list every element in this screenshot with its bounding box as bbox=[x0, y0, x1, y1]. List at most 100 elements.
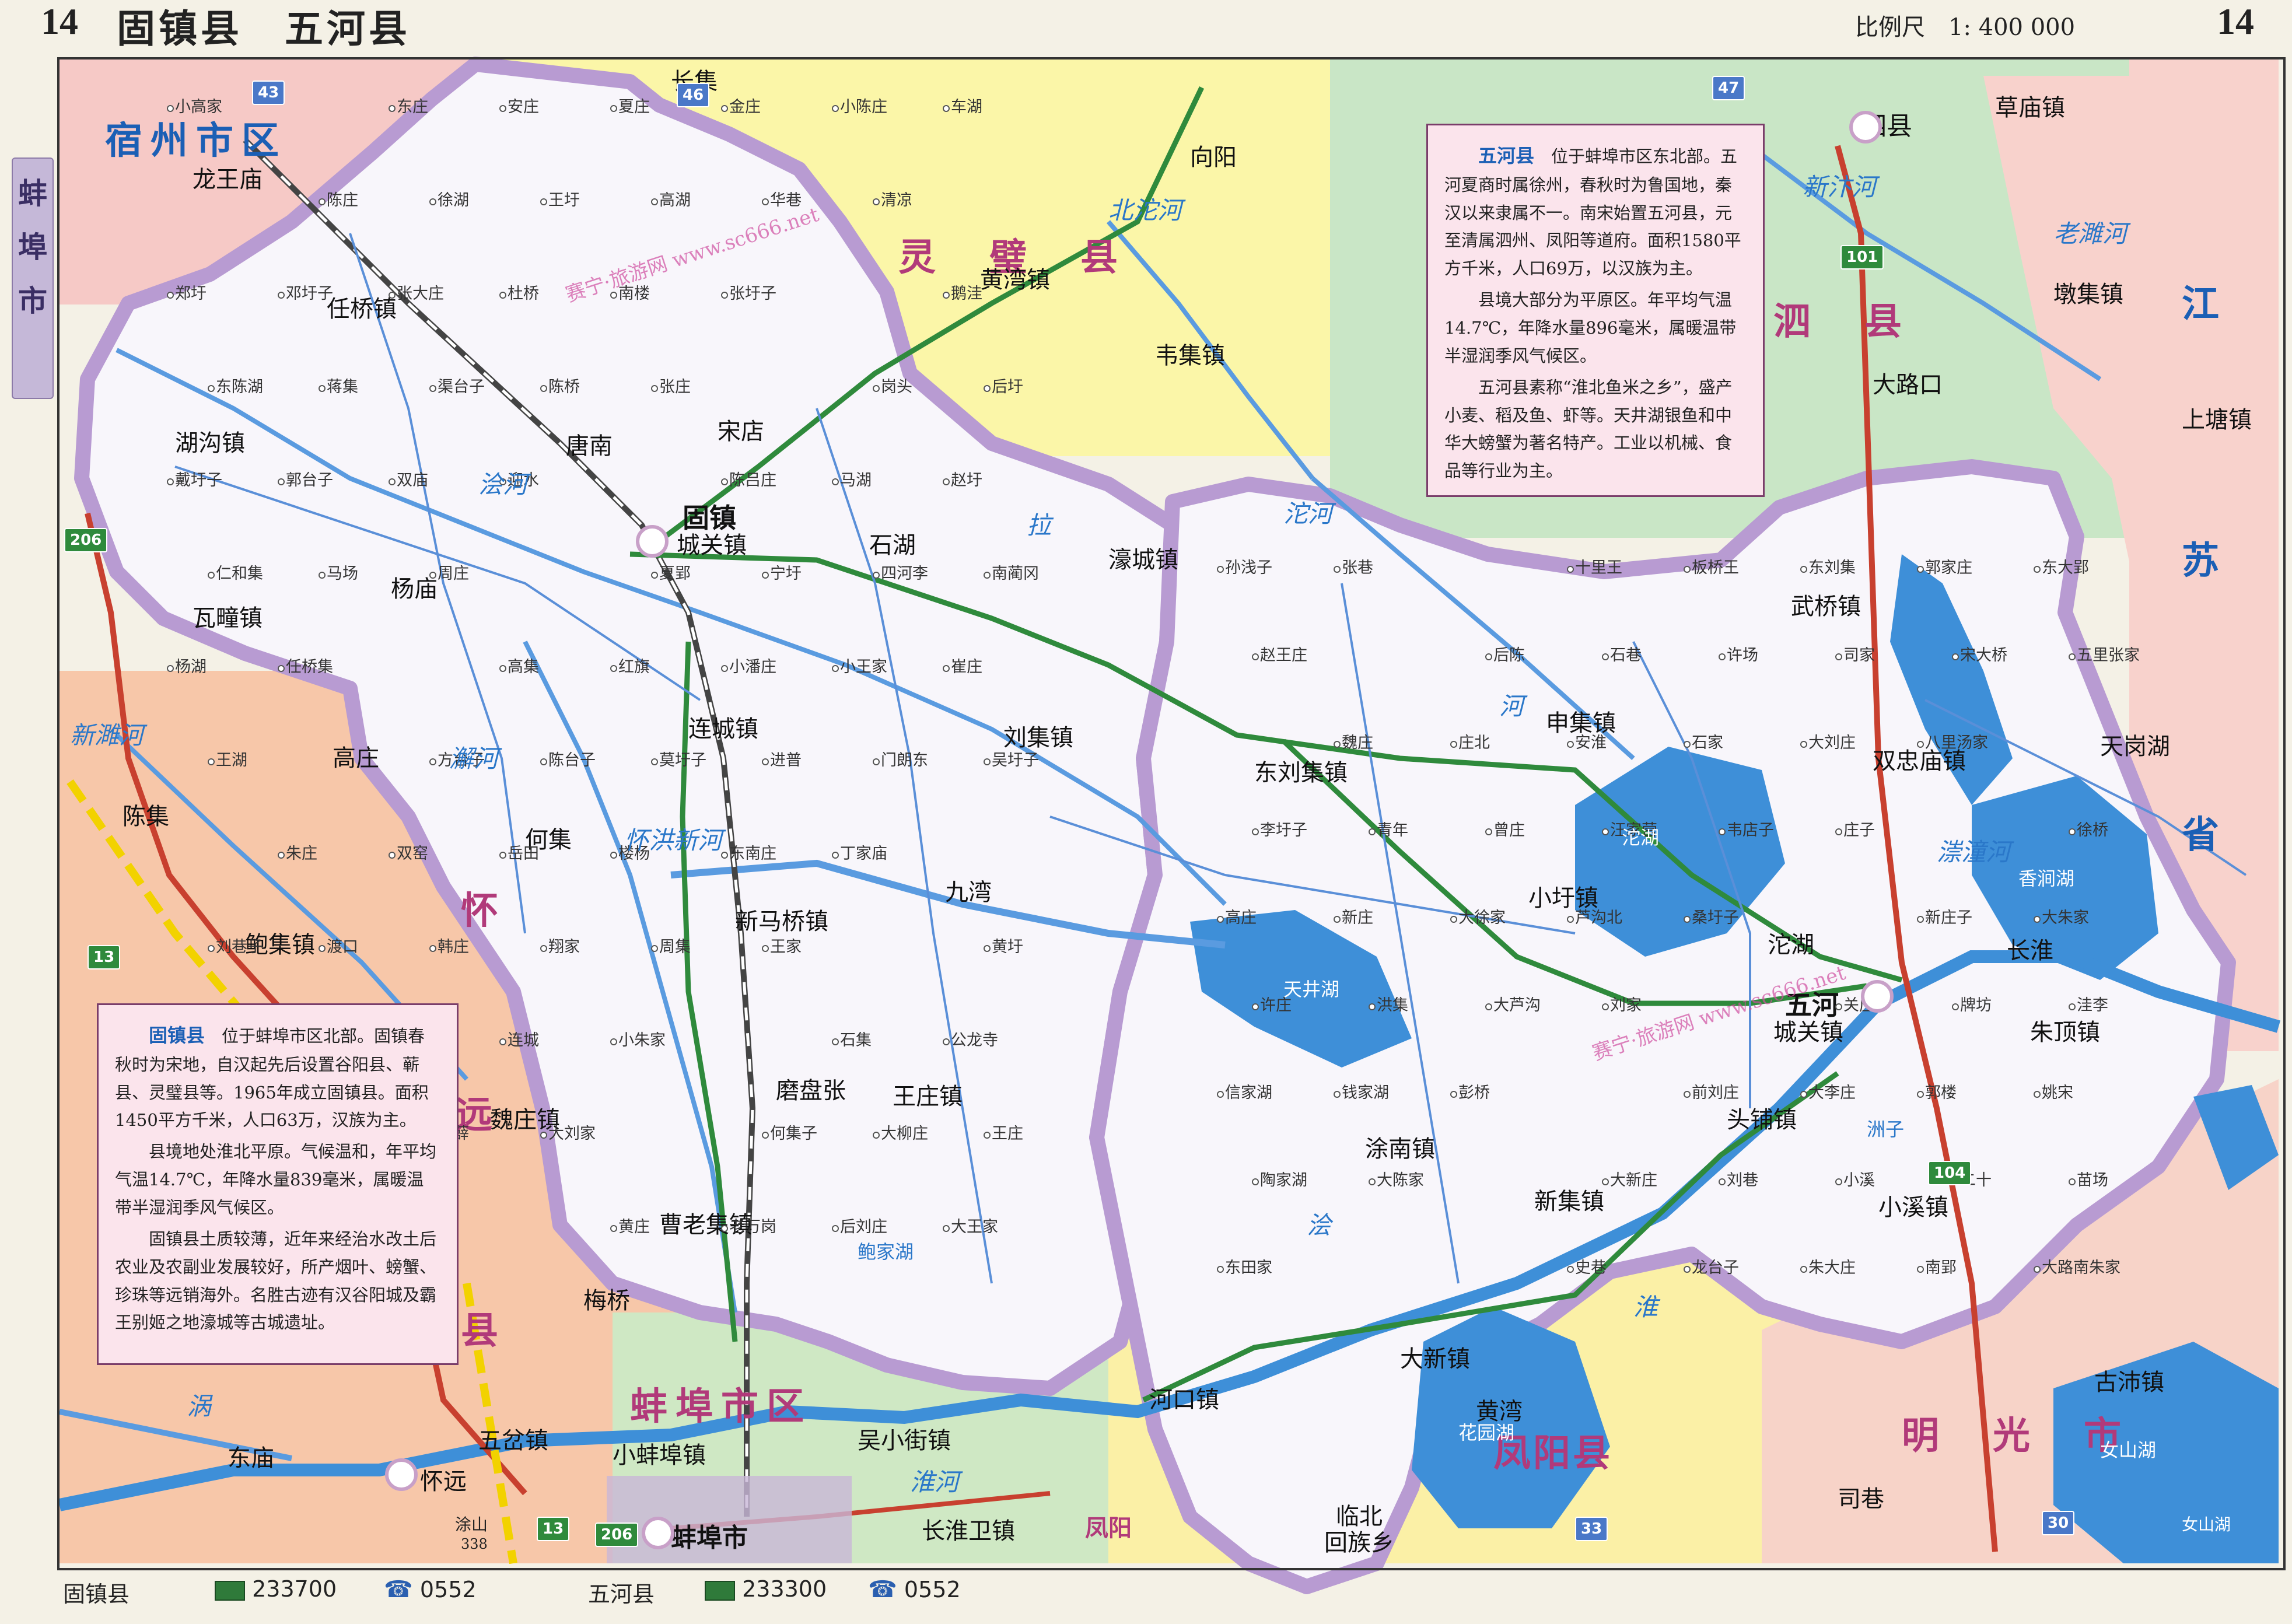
lake-label-nvshan: 女山湖 bbox=[2100, 1439, 2157, 1461]
town-tunan: 涂南镇 bbox=[1365, 1136, 1435, 1163]
river-label-la: 拉 bbox=[1027, 511, 1052, 540]
village-label: 彭桥 bbox=[1458, 1084, 1490, 1102]
village-dot bbox=[1450, 916, 1457, 923]
side-tab[interactable]: 蚌埠市 bbox=[12, 158, 54, 399]
village-dot bbox=[984, 1132, 991, 1139]
village-label: 安庄 bbox=[508, 98, 539, 116]
village-dot bbox=[1369, 1003, 1376, 1010]
village-label: 郑圩 bbox=[175, 285, 207, 303]
village-label: 黄圩 bbox=[992, 938, 1023, 956]
village-label: 夏郢 bbox=[659, 565, 691, 583]
village-label: 大李庄 bbox=[1808, 1084, 1856, 1102]
village-label: 陈台子 bbox=[548, 751, 596, 769]
village-label: 孙浅子 bbox=[1225, 559, 1272, 577]
lake-label-nvshan-bottom: 女山湖 bbox=[2182, 1515, 2231, 1534]
footer-postcode-2: 233300 bbox=[705, 1576, 827, 1602]
village-dot bbox=[2069, 1178, 2076, 1185]
page-number-left: 14 bbox=[41, 1, 78, 42]
town-wazhen: 瓦疃镇 bbox=[193, 605, 263, 632]
town-chengguan: 城关镇 bbox=[677, 532, 747, 559]
infobox-guzhen-p3: 固镇县土质较薄，近年来经治水改土后农业及农副业发展较好，所产烟叶、螃蟹、珍珠等远… bbox=[115, 1228, 437, 1333]
infobox-guzhen: 固镇县 位于蚌埠市区北部。固镇春秋时为宋地，自汉起先后设置谷阳县、蕲县、灵璧县等… bbox=[97, 1003, 459, 1365]
village-dot bbox=[1217, 1091, 1224, 1098]
village-label: 徐桥 bbox=[2077, 821, 2108, 839]
village-dot bbox=[873, 198, 880, 205]
village-label: 周集 bbox=[659, 938, 691, 956]
village-label: 洪集 bbox=[1377, 996, 1408, 1014]
village-label: 韩庄 bbox=[438, 938, 469, 956]
village-dot bbox=[1800, 566, 1807, 573]
village-label: 信家湖 bbox=[1225, 1084, 1272, 1102]
town-shihu: 石湖 bbox=[869, 532, 916, 559]
town-zhuding: 朱顶镇 bbox=[2030, 1019, 2100, 1046]
highway-shield-33: 33 bbox=[1575, 1517, 1608, 1541]
village-dot bbox=[1217, 566, 1224, 573]
town-weiji: 韦集镇 bbox=[1155, 342, 1225, 369]
village-dot bbox=[2034, 1266, 2041, 1273]
village-dot bbox=[1719, 828, 1726, 835]
village-dot bbox=[167, 478, 174, 485]
village-label: 王家 bbox=[770, 938, 802, 956]
infobox-wuhe-p2: 县境大部分为平原区。年平均气温14.7℃，年降水量896毫米，属暖温带半湿润季风… bbox=[1444, 290, 1737, 366]
village-label: 郭台子 bbox=[286, 471, 333, 489]
village-label: 双庙 bbox=[397, 471, 428, 489]
village-label: 许场 bbox=[1727, 646, 1758, 664]
town-wuxiaojie: 吴小街镇 bbox=[858, 1427, 951, 1454]
village-dot bbox=[2069, 828, 2076, 835]
village-label: 东田家 bbox=[1225, 1259, 1272, 1277]
village-label: 公龙寺 bbox=[951, 1031, 998, 1049]
village-label: 陈吕庄 bbox=[729, 471, 776, 489]
village-label: 洼李 bbox=[2077, 996, 2108, 1014]
village-label: 宋大桥 bbox=[1960, 646, 2007, 664]
town-xiangyang: 向阳 bbox=[1190, 144, 1237, 171]
village-label: 王湖 bbox=[216, 751, 247, 769]
village-label: 郭家庄 bbox=[1925, 559, 1972, 577]
village-dot bbox=[943, 1038, 950, 1045]
village-dot bbox=[167, 665, 174, 672]
village-label: 马场 bbox=[327, 565, 358, 583]
mail-icon bbox=[215, 1580, 245, 1601]
village-dot bbox=[651, 385, 658, 392]
telephone-icon: ☎ bbox=[868, 1576, 897, 1603]
village-dot bbox=[2069, 653, 2076, 660]
village-label: 东大郢 bbox=[2042, 559, 2089, 577]
town-renqiao: 任桥镇 bbox=[327, 296, 397, 323]
village-dot bbox=[1567, 1266, 1574, 1273]
town-wangzhuang: 王庄镇 bbox=[893, 1083, 963, 1110]
footer-postcode-1-value: 233700 bbox=[252, 1576, 337, 1602]
highway-shield-43: 43 bbox=[252, 80, 285, 105]
village-dot bbox=[1252, 653, 1259, 660]
village-dot bbox=[1917, 741, 1924, 748]
village-dot bbox=[1684, 916, 1691, 923]
village-label: 蒋集 bbox=[327, 378, 358, 396]
highway-shield-47: 47 bbox=[1712, 76, 1745, 100]
village-dot bbox=[499, 1038, 506, 1045]
highway-shield-46: 46 bbox=[677, 83, 710, 107]
region-label-mingguang: 明 光 市 bbox=[1902, 1414, 2129, 1458]
village-label: 姚宋 bbox=[2042, 1084, 2073, 1102]
village-label: 小陈庄 bbox=[840, 98, 887, 116]
village-label: 赵王庄 bbox=[1260, 646, 1307, 664]
highway-shield-13a: 13 bbox=[88, 945, 121, 970]
side-tab-char: 蚌 bbox=[18, 176, 47, 211]
village-label: 东刘集 bbox=[1808, 559, 1856, 577]
village-label: 高湖 bbox=[659, 191, 691, 209]
village-label: 后刘庄 bbox=[840, 1218, 887, 1236]
footer-county-1: 固镇县 bbox=[63, 1581, 130, 1607]
city-seal-huaiyuan bbox=[385, 1458, 418, 1491]
side-tab-char: 埠 bbox=[18, 230, 47, 264]
village-dot bbox=[832, 665, 839, 672]
infobox-wuhe: 五河县 位于蚌埠市区东北部。五河夏商时属徐州，春秋时为鲁国地，秦汉以来隶属不一。… bbox=[1426, 124, 1765, 497]
village-dot bbox=[1684, 1266, 1691, 1273]
village-label: 华巷 bbox=[770, 191, 802, 209]
town-jiuwan: 九湾 bbox=[945, 879, 992, 906]
village-dot bbox=[1917, 1266, 1924, 1273]
village-dot bbox=[208, 385, 215, 392]
village-dot bbox=[1684, 1091, 1691, 1098]
village-label: 后圩 bbox=[992, 378, 1023, 396]
village-label: 庄子 bbox=[1843, 821, 1875, 839]
village-dot bbox=[540, 198, 547, 205]
village-dot bbox=[984, 758, 991, 765]
village-label: 连城 bbox=[508, 1031, 539, 1049]
village-label: 芦沟北 bbox=[1575, 909, 1622, 927]
